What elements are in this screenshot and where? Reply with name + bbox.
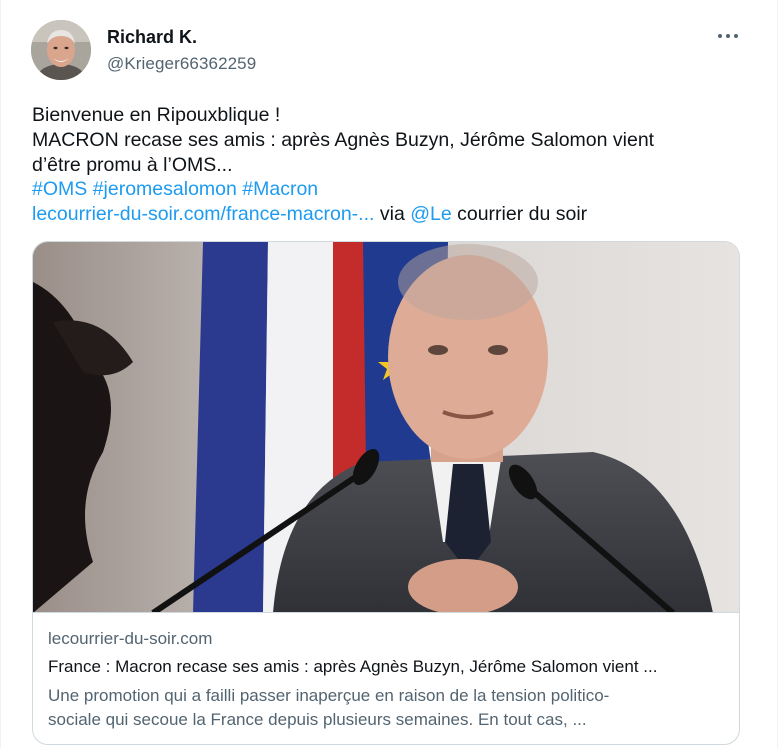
via-text: via — [374, 203, 411, 226]
tweet[interactable]: Richard K. @Krieger66362259 Bienvenue en… — [0, 0, 778, 748]
more-options-button[interactable] — [714, 26, 742, 46]
card-body[interactable]: lecourrier-du-soir.com France : Macron r… — [48, 628, 728, 732]
tweet-text: Bienvenue en Ripouxblique ! MACRON recas… — [32, 103, 732, 227]
tweet-line: Bienvenue en Ripouxblique ! — [32, 104, 281, 126]
author-info[interactable]: Richard K. @Krieger66362259 — [107, 26, 256, 75]
user-handle[interactable]: @Krieger66362259 — [107, 53, 256, 75]
tweet-line: MACRON recase ses amis : après Agnès Buz… — [32, 128, 655, 151]
article-photo — [33, 242, 739, 612]
card-description-line: Une promotion qui a failli passer inaper… — [48, 686, 610, 705]
user-avatar-photo-icon — [31, 20, 91, 80]
card-image[interactable] — [33, 242, 739, 613]
display-name[interactable]: Richard K. — [107, 26, 256, 48]
hashtag-line: #OMS #jeromesalomon #Macron — [32, 177, 732, 202]
more-dots-icon — [718, 34, 722, 38]
tweet-line: d’être promu à l’OMS... — [32, 153, 233, 176]
more-dots-icon — [726, 34, 730, 38]
hashtag-link[interactable]: #jeromesalomon — [93, 178, 237, 200]
avatar[interactable] — [31, 20, 91, 80]
mention-link[interactable]: @Le — [410, 203, 452, 225]
card-title: France : Macron recase ses amis : après … — [48, 657, 658, 676]
article-url-link[interactable]: lecourrier-du-soir.com/france-macron-... — [32, 203, 374, 225]
mention-suffix: courrier du soir — [451, 203, 588, 226]
card-description: Une promotion qui a failli passer inaper… — [48, 684, 728, 732]
card-domain: lecourrier-du-soir.com — [48, 629, 213, 648]
url-line: lecourrier-du-soir.com/france-macron-...… — [32, 202, 732, 227]
hashtag-link[interactable]: #Macron — [242, 178, 318, 200]
link-preview-card[interactable]: lecourrier-du-soir.com France : Macron r… — [32, 241, 740, 745]
card-description-line: sociale qui secoue la France depuis plus… — [48, 710, 587, 729]
hashtag-link[interactable]: #OMS — [32, 178, 87, 200]
more-dots-icon — [734, 34, 738, 38]
